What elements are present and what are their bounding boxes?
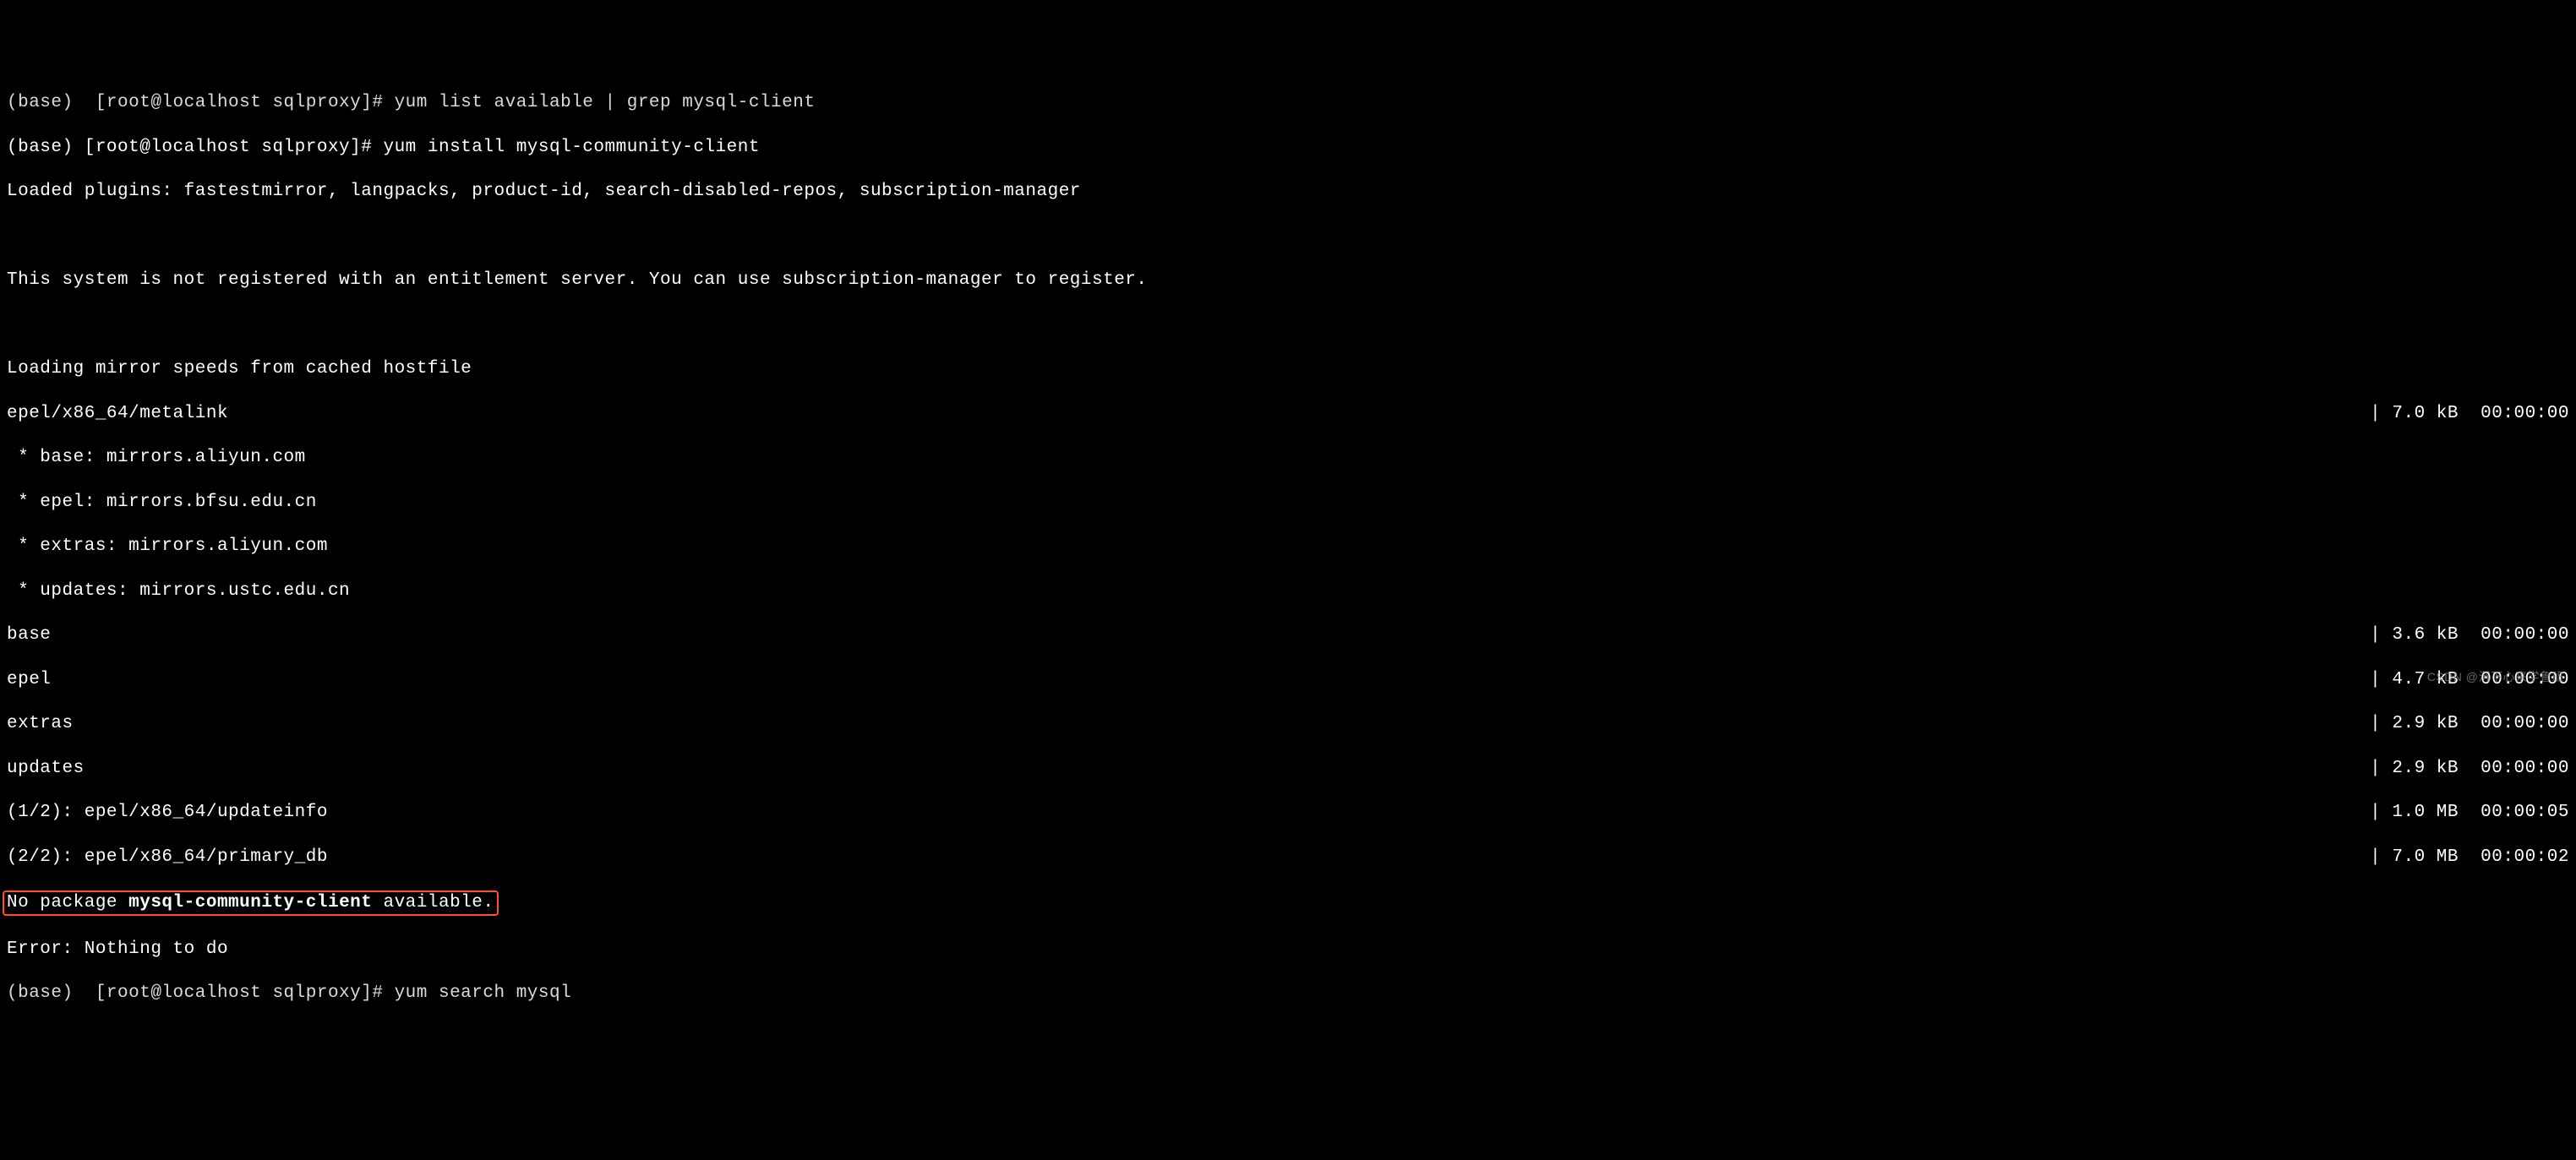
mirror-line-updates: * updates: mirrors.ustc.edu.cn xyxy=(7,580,2569,602)
terminal-blank-line xyxy=(7,226,2569,248)
truncated-bottom-line: (base) [root@localhost sqlproxy]# yum se… xyxy=(7,983,2569,1005)
repo-size-line: epel| 4.7 kB 00:00:00 xyxy=(7,669,2569,691)
highlight-box: No package mysql-community-client availa… xyxy=(3,890,499,916)
no-package-line: No package mysql-community-client availa… xyxy=(7,890,2569,916)
truncated-top-line: (base) [root@localhost sqlproxy]# yum li… xyxy=(7,92,2569,114)
download-line: (2/2): epel/x86_64/primary_db| 7.0 MB 00… xyxy=(7,847,2569,869)
terminal-line: Loaded plugins: fastestmirror, langpacks… xyxy=(7,181,2569,203)
repo-size-line: updates| 2.9 kB 00:00:00 xyxy=(7,758,2569,780)
watermark: CSDN @沉下心来学鲁班 xyxy=(2427,670,2564,685)
terminal-line: (base) [root@localhost sqlproxy]# yum in… xyxy=(7,137,2569,159)
terminal-line: This system is not registered with an en… xyxy=(7,270,2569,291)
terminal-blank-line xyxy=(7,314,2569,336)
mirror-line-extras: * extras: mirrors.aliyun.com xyxy=(7,536,2569,558)
download-line: (1/2): epel/x86_64/updateinfo| 1.0 MB 00… xyxy=(7,802,2569,824)
repo-size-line: extras| 2.9 kB 00:00:00 xyxy=(7,713,2569,735)
package-name: mysql-community-client xyxy=(128,893,372,912)
terminal-line: Loading mirror speeds from cached hostfi… xyxy=(7,358,2569,380)
mirror-line-base: * base: mirrors.aliyun.com xyxy=(7,447,2569,469)
mirror-line-epel: * epel: mirrors.bfsu.edu.cn xyxy=(7,492,2569,514)
repo-metalink-line: epel/x86_64/metalink| 7.0 kB 00:00:00 xyxy=(7,403,2569,425)
repo-size-line: base| 3.6 kB 00:00:00 xyxy=(7,624,2569,646)
error-line: Error: Nothing to do xyxy=(7,939,2569,961)
